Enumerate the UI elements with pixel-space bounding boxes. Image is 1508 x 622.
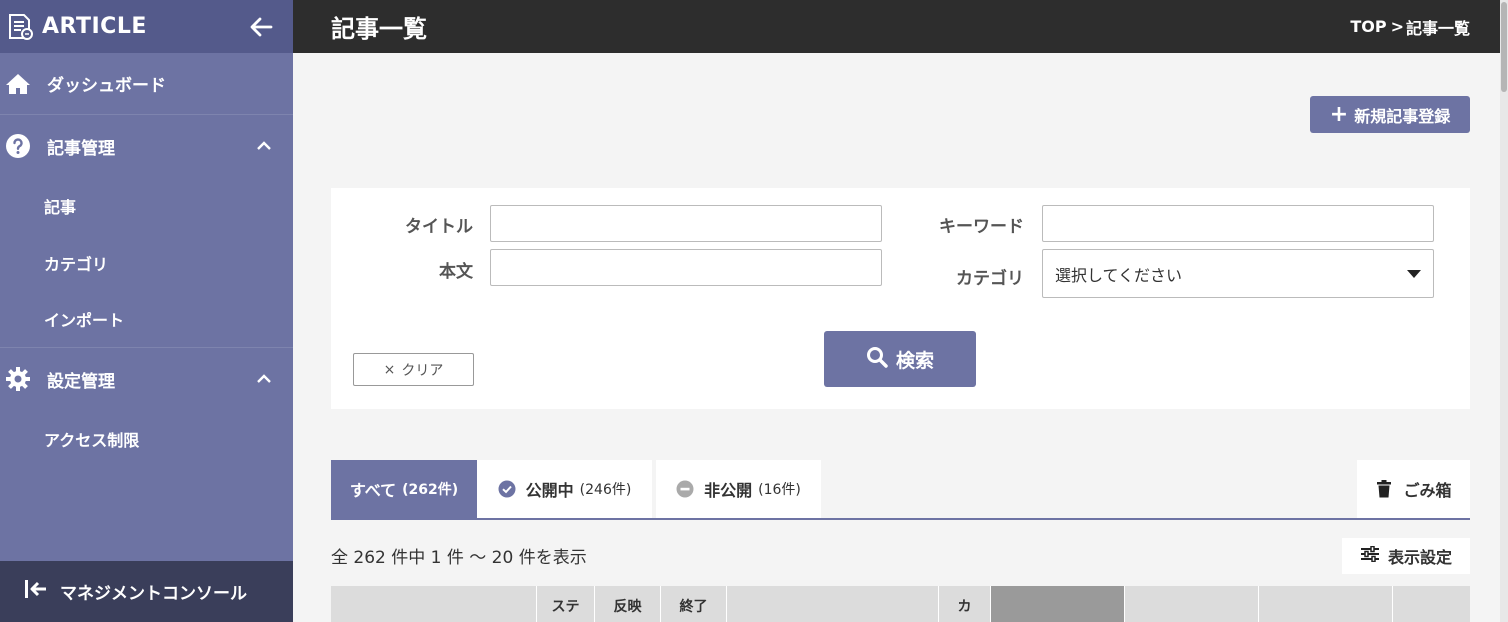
close-icon: ×: [383, 361, 396, 378]
tab-count: (262件): [402, 482, 459, 498]
table-header-cell[interactable]: ステ: [537, 586, 595, 622]
breadcrumb-home[interactable]: TOP: [1350, 17, 1386, 36]
sidebar: ARTICLE ダッシュボード 記事管理 記事 カテゴリ インポート 設定管理 …: [0, 0, 293, 622]
app-title: ARTICLE: [42, 14, 147, 39]
sidebar-item-article-management[interactable]: 記事管理: [0, 115, 293, 177]
breadcrumb: TOP > 記事一覧: [1350, 15, 1470, 39]
search-button[interactable]: 検索: [824, 331, 976, 387]
management-console-link[interactable]: マネジメントコンソール: [0, 561, 293, 622]
body-label: 本文: [439, 262, 473, 282]
table-header-cell[interactable]: [1125, 586, 1259, 622]
clear-button-label: クリア: [401, 362, 444, 379]
tab-all[interactable]: すべて (262件): [331, 460, 477, 518]
new-article-button[interactable]: + 新規記事登録: [1310, 96, 1470, 133]
sidebar-item-import[interactable]: インポート: [0, 291, 293, 348]
trash-button[interactable]: ごみ箱: [1357, 460, 1470, 518]
sidebar-item-label: 記事管理: [47, 138, 115, 159]
page-title: 記事一覧: [331, 15, 427, 43]
keyword-label: キーワード: [939, 217, 1024, 237]
display-settings-label: 表示設定: [1387, 548, 1452, 567]
management-console-label: マネジメントコンソール: [60, 584, 247, 604]
breadcrumb-separator: >: [1390, 17, 1404, 36]
chevron-up-icon[interactable]: [255, 370, 273, 388]
table-header: ステ 反映 終了 カ: [331, 586, 1470, 622]
table-header-cell[interactable]: カ: [939, 586, 991, 622]
table-header-cell[interactable]: [727, 586, 939, 622]
table-header-cell[interactable]: 終了: [661, 586, 727, 622]
category-select[interactable]: 選択してください: [1042, 249, 1434, 298]
tab-label: すべて: [349, 481, 397, 500]
article-logo-icon: [4, 11, 36, 43]
keyword-input[interactable]: [1042, 205, 1434, 242]
sliders-icon: [1360, 545, 1380, 566]
arrow-left-icon[interactable]: [247, 13, 275, 41]
sidebar-item-categories[interactable]: カテゴリ: [0, 234, 293, 291]
sidebar-item-label: 設定管理: [47, 371, 115, 392]
status-tabs: すべて (262件) 公開中 (246件) 非公開 (16件) ごみ箱: [331, 460, 1470, 520]
tab-count: (16件): [758, 482, 801, 498]
sidebar-item-dashboard[interactable]: ダッシュボード: [0, 53, 293, 115]
tab-label: 非公開: [704, 481, 753, 500]
display-settings-button[interactable]: 表示設定: [1342, 538, 1470, 574]
sidebar-item-label: ダッシュボード: [47, 76, 166, 96]
table-header-cell[interactable]: 反映: [595, 586, 661, 622]
category-select-value: 選択してください: [1055, 265, 1183, 285]
plus-icon: +: [1329, 101, 1349, 127]
sidebar-item-articles[interactable]: 記事: [0, 177, 293, 234]
table-header-cell[interactable]: [1259, 586, 1393, 622]
tab-label: 公開中: [525, 481, 574, 500]
category-label: カテゴリ: [956, 269, 1024, 289]
table-header-cell[interactable]: [1393, 586, 1470, 622]
trash-label: ごみ箱: [1403, 481, 1452, 500]
tab-count: (246件): [579, 482, 632, 498]
scrollbar-thumb[interactable]: [1501, 2, 1507, 92]
check-circle-icon: [498, 480, 516, 498]
sidebar-header: ARTICLE: [0, 0, 293, 53]
table-header-cell[interactable]: [991, 586, 1125, 622]
clear-button[interactable]: × クリア: [353, 353, 474, 386]
sign-out-icon: [24, 579, 48, 604]
tab-published[interactable]: 公開中 (246件): [477, 460, 652, 518]
gear-icon: [4, 365, 32, 393]
new-article-label: 新規記事登録: [1354, 106, 1451, 126]
table-header-cell[interactable]: [331, 586, 537, 622]
tab-private[interactable]: 非公開 (16件): [656, 460, 821, 518]
title-input[interactable]: [490, 205, 882, 242]
breadcrumb-current: 記事一覧: [1405, 18, 1470, 38]
search-icon: [866, 346, 888, 373]
sidebar-item-settings[interactable]: 設定管理: [0, 348, 293, 410]
chevron-up-icon[interactable]: [255, 137, 273, 155]
question-circle-icon: [4, 132, 32, 160]
page-scrollbar[interactable]: [1500, 0, 1508, 622]
search-button-label: 検索: [895, 349, 934, 372]
trash-icon: [1375, 480, 1393, 498]
title-label: タイトル: [405, 217, 473, 237]
caret-down-icon: [1407, 269, 1421, 278]
search-panel: タイトル 本文 キーワード カテゴリ 選択してください 検索 × クリア: [331, 188, 1470, 409]
app-root: ARTICLE ダッシュボード 記事管理 記事 カテゴリ インポート 設定管理 …: [0, 0, 1508, 622]
minus-circle-icon: [676, 480, 694, 498]
top-bar: 記事一覧 TOP > 記事一覧: [293, 0, 1508, 53]
result-summary: 全 262 件中 1 件 ～ 20 件を表示: [331, 548, 587, 568]
main-content: + 新規記事登録 タイトル 本文 キーワード カテゴリ 選択してください 検索: [293, 53, 1508, 622]
body-input[interactable]: [490, 249, 882, 286]
sidebar-item-access-restriction[interactable]: アクセス制限: [0, 410, 293, 467]
home-icon: [4, 70, 32, 98]
